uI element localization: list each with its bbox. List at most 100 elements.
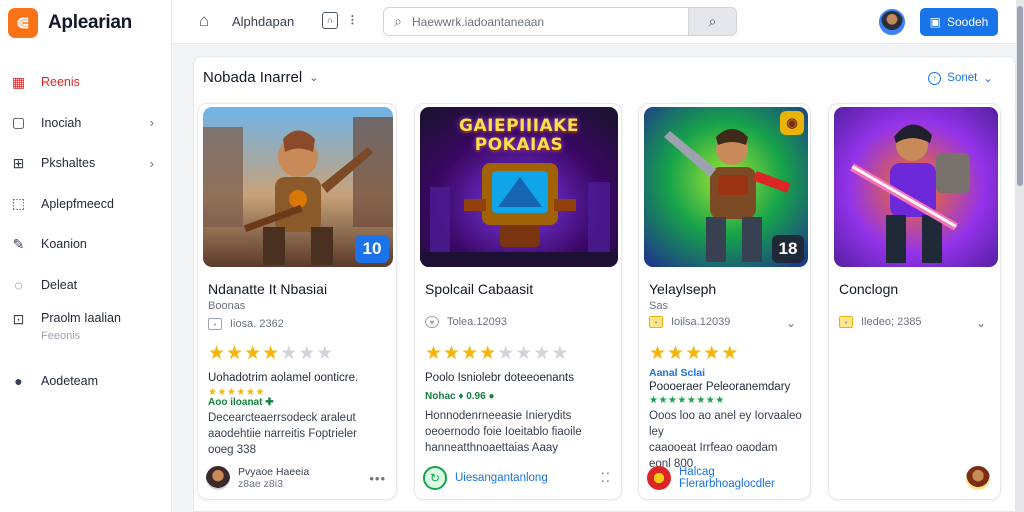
desc-line: Honnodenrneeasie Inierydits [425,410,572,422]
panel-title-dropdown[interactable]: Nobada Inarrel ⌄ [203,69,318,86]
star-icon: ★ [497,343,516,364]
card-footer-link[interactable]: Uiesangantanlong [455,472,548,484]
star-icon: ★ [533,343,552,364]
card-title: Spolcail Cabaasit [425,281,534,297]
more-horizontal-icon[interactable]: ••• [369,471,386,486]
card-tagline: Uohadotrim aolamel oonticre. [208,372,359,384]
sort-icon: ↑ [928,71,942,85]
scrollbar-thumb[interactable] [1017,6,1023,186]
game-card[interactable]: ◉ 18 Yelaylseph Sas ▪ Ioilsa.12039 ⌄ ★★★… [638,103,811,500]
sidebar-item-sublabel: Feeonis [41,330,81,342]
app-badge-icon: ◉ [780,111,804,135]
window-icon: ▣ [929,15,941,29]
sort-label: Sonet [947,72,978,84]
mini-star-rating: ★★★★★★★★ [649,395,725,406]
user-avatar[interactable] [879,9,905,35]
more-vertical-icon[interactable]: ⁝ [350,11,355,29]
star-icon: ★ [280,343,299,364]
card-footer: ↻ Uiesangantanlong ⁚⁚ [423,465,611,491]
card-description: Decearcteaerrsodeck araleut aaodehtiie n… [208,410,357,458]
card-title: Yelaylseph [649,281,717,297]
card-title: Ndanatte It Nbasiai [208,281,328,297]
author-avatar[interactable] [966,466,990,490]
card-meta-text: Tolea.12093 [447,316,507,328]
sidebar-item-label: Koanion [41,237,87,252]
scrollbar[interactable] [1016,0,1024,512]
star-icon: ★ [685,343,704,364]
game-thumbnail[interactable]: ◉ 18 [644,107,808,267]
game-card[interactable]: 10 Ndanatte It Nbasiai Boonas ▪ Iiosa. 2… [197,103,397,500]
search-icon: ⌕ [394,13,402,29]
chevron-down-icon[interactable]: ⌄ [786,316,796,330]
calendar-icon: ▪ [208,318,222,330]
sidebar-item-reenis[interactable]: ▦ Reenis [0,62,172,103]
square-icon: ▢ [11,114,26,131]
tag-icon: ▪ [839,316,853,328]
sidebar-item-label: Pkshaltes [41,156,96,171]
star-icon: ★ [226,343,245,364]
sidebar-item-label: Aodeteam [41,374,98,389]
desc-line: caaooeat Irrfeao oaodam [649,442,778,454]
home-icon[interactable]: ⌂ [199,11,209,31]
card-meta: ▪ Iiosa. 2362 [208,318,284,330]
sidebar-item-inociah[interactable]: ▢ Inociah › [0,103,172,144]
publisher-logo[interactable] [647,466,671,490]
desc-line: hanneatthnoaettaias Aaay [425,442,559,454]
sidebar-item-deleat[interactable]: ◌ Deleat [0,265,172,306]
primary-action-label: Soodeh [946,15,989,29]
star-icon: ★ [316,343,335,364]
sidebar-item-aplepfmeecd[interactable]: ⬚ Aplepfmeecd [0,184,172,225]
card-meta: ▪ Iledeo; 2385 [839,316,922,328]
search-input[interactable] [412,8,688,35]
card-tagline: Poooeraer Peleoranemdary [649,381,791,393]
star-rating[interactable]: ★★★★★★★ [208,344,334,364]
star-icon: ★ [667,343,686,364]
sidebar-item-pkshaltes[interactable]: ⊞ Pkshaltes › [0,143,172,184]
sidebar-item-text: Praolm Iaalian Feeonis [41,311,121,342]
breadcrumb[interactable]: Alphdapan [232,14,294,29]
desc-line: oeoernodo foie Ioeitablo fiaoile [425,426,582,438]
game-thumbnail[interactable]: 10 [203,107,393,267]
author-avatar[interactable] [206,466,230,490]
photo-icon: ⊡ [12,311,25,327]
desc-line: Ooos loo ao anel ey Iorvaaleo ley [649,410,802,438]
level-badge: 18 [772,235,804,263]
author-date: z8ae z8i3 [238,478,283,490]
card-description: Honnodenrneeasie Inierydits oeoernodo fo… [425,408,582,456]
card-meta-text: Iiosa. 2362 [230,318,284,330]
star-rating[interactable]: ★★★★★ [649,344,739,364]
brand[interactable]: ⋐ Aplearian [8,8,132,38]
heart-icon: ♥ [425,316,439,328]
game-card[interactable]: Conclogn ▪ Iledeo; 2385 ⌄ [828,103,1001,500]
sidebar-item-praolm-iaalian[interactable]: ⊡ Praolm Iaalian Feeonis [0,305,172,361]
desc-line: ooeg 338 [208,444,256,456]
card-subtitle: Sas [649,300,668,312]
star-rating[interactable]: ★★★★★★★★ [425,344,569,364]
app-name: Aplearian [48,12,132,33]
calendar-icon: ▦ [11,73,26,90]
star-icon: ★ [425,343,444,364]
sidebar: ⋐ Aplearian ▦ Reenis ▢ Inociah › ⊞ Pksha… [0,0,172,512]
star-icon: ★ [244,343,263,364]
game-art-hero [834,107,998,267]
chevron-down-icon[interactable]: ⌄ [976,316,986,330]
panel-title: Nobada Inarrel [203,69,303,86]
refresh-icon[interactable]: ↻ [423,466,447,490]
star-icon: ★ [208,343,227,364]
star-icon: ★ [479,343,498,364]
card-footer-link[interactable]: Halcag Flerarbhoaglocdler [679,466,800,490]
grip-icon[interactable]: ⁚⁚ [601,470,611,486]
search-button[interactable]: ⌕ [688,8,736,35]
game-card[interactable]: GAIEPIIIAKE POKAIAS Spolcail Cabaasit ♥ … [414,103,622,500]
primary-action-button[interactable]: ▣ Soodeh [920,8,998,36]
lock-icon[interactable]: ∩ [322,12,338,29]
game-thumbnail[interactable] [834,107,998,267]
sidebar-item-koanion[interactable]: ✎ Koanion [0,224,172,265]
star-icon: ★ [721,343,740,364]
game-art-title: GAIEPIIIAKE POKAIAS [420,117,618,155]
sidebar-item-aodeteam[interactable]: ● Aodeteam [0,361,172,402]
sort-dropdown[interactable]: ↑ Sonet ⌄ [928,71,993,85]
card-footer: Pvyaoe Haeeia z8ae z8i3 ••• [206,465,386,491]
star-icon: ★ [703,343,722,364]
game-thumbnail[interactable]: GAIEPIIIAKE POKAIAS [420,107,618,267]
